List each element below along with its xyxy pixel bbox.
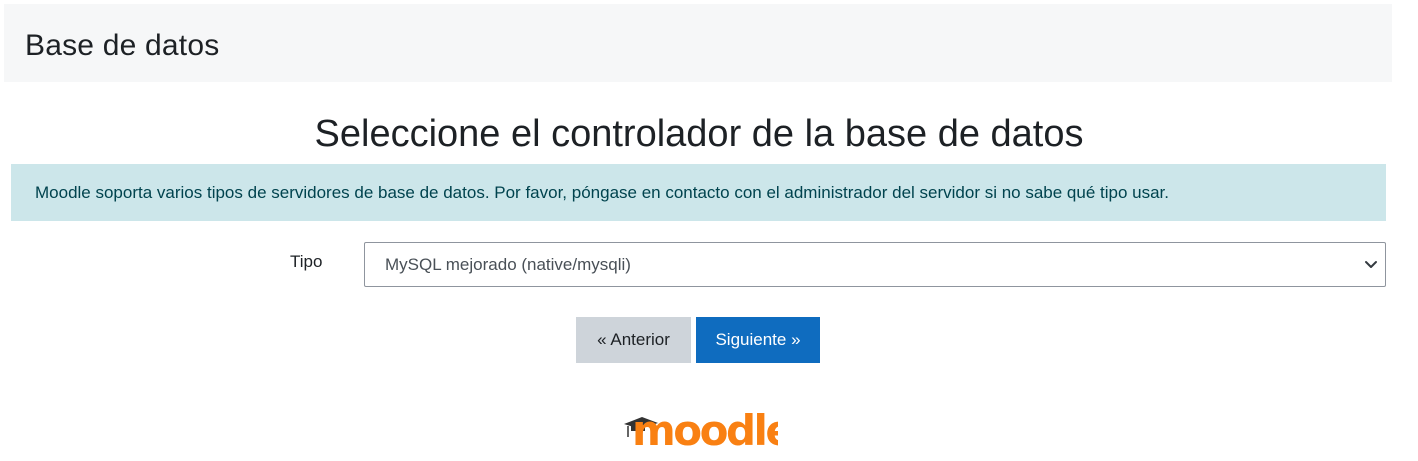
moodle-logo: moodle [624, 406, 778, 450]
header-title: Base de datos [25, 29, 220, 62]
database-type-row: Tipo MySQL mejorado (native/mysqli) [0, 242, 1398, 287]
database-type-select[interactable]: MySQL mejorado (native/mysqli) [364, 242, 1386, 287]
info-alert: Moodle soporta varios tipos de servidore… [11, 164, 1386, 221]
database-type-selected-value: MySQL mejorado (native/mysqli) [385, 254, 631, 274]
alert-text: Moodle soporta varios tipos de servidore… [35, 182, 1170, 202]
type-label: Tipo [290, 252, 323, 271]
page-header: Base de datos [4, 4, 1392, 82]
chevron-down-icon [1365, 261, 1377, 268]
next-button[interactable]: Siguiente » [696, 317, 820, 363]
previous-button[interactable]: « Anterior [576, 317, 691, 363]
logo-wordmark: moodle [632, 406, 778, 450]
page-title: Seleccione el controlador de la base de … [314, 113, 1084, 155]
